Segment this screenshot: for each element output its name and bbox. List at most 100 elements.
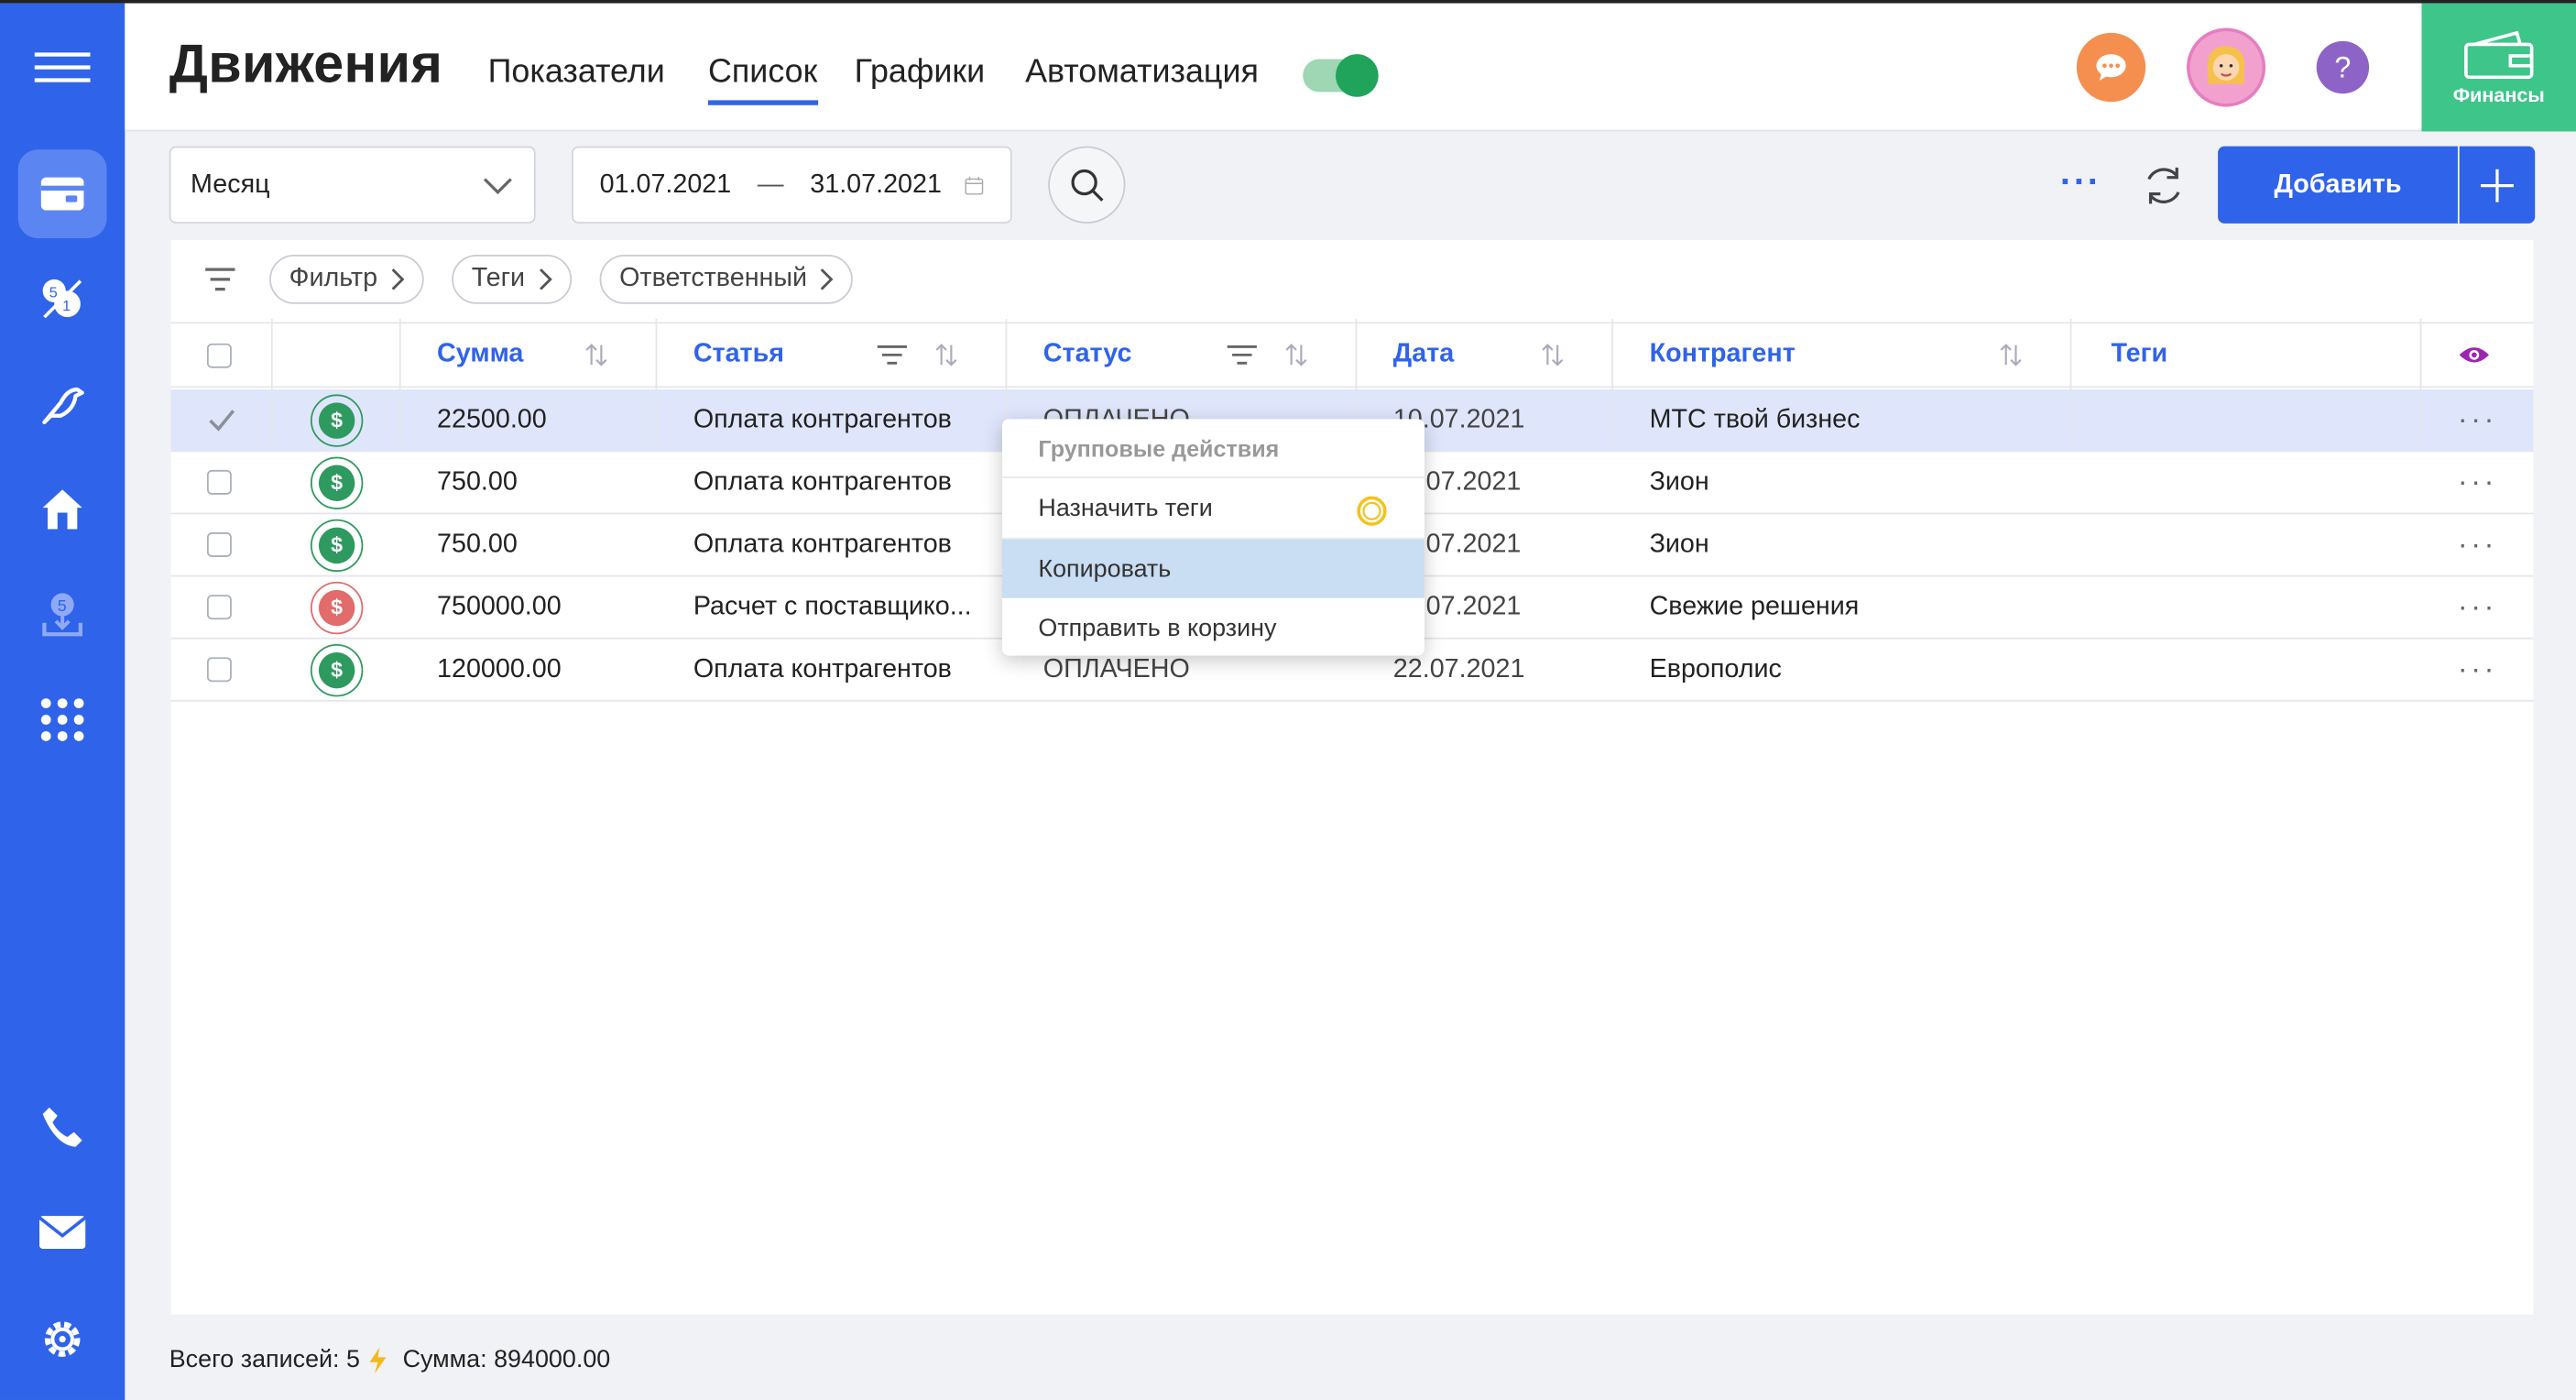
phone-icon[interactable] [18,1083,107,1172]
column-divider [270,318,273,447]
menu-icon[interactable] [18,23,107,112]
add-plus-button[interactable] [2459,146,2536,224]
cell-counterparty: Европолис [1649,654,1782,684]
col-tags[interactable]: Теги [2112,323,2168,386]
cell-article: Оплата контрагентов [693,530,952,558]
date-range-picker[interactable]: 01.07.2021 — 31.07.2021 [572,146,1012,224]
filter-icon[interactable] [1227,323,1257,386]
filter-icon[interactable] [203,267,236,301]
sort-icon[interactable] [1541,323,1564,386]
assign-tags-label: Назначить теги [1038,494,1213,523]
filter-chip-label: Фильтр [289,264,378,293]
expense-coin-icon: $ [310,580,364,634]
tags-chip-label: Теги [471,264,526,293]
cell-counterparty: Зион [1649,530,1709,558]
column-divider [655,318,658,447]
avatar[interactable] [2187,27,2266,107]
cell-date: 07.2021 [1425,467,1522,496]
cell-amount: 750.00 [437,530,518,558]
add-button[interactable]: Добавить [2218,146,2458,224]
refresh-icon[interactable] [2141,163,2187,217]
cell-counterparty: Зион [1649,467,1709,496]
bird-icon[interactable] [18,360,107,449]
row-checkbox[interactable] [206,532,232,557]
tab-indicators[interactable]: Показатели [488,54,665,92]
sort-icon[interactable] [584,323,607,386]
table-header-row: Сумма Статья Статус Дата Контрагент Теги [170,322,2534,388]
cell-amount: 750.00 [437,467,518,496]
page-title: Движения [169,32,443,94]
chevron-right-icon [391,268,404,290]
row-checkbox[interactable] [206,469,232,495]
tab-charts[interactable]: Графики [855,54,986,92]
period-value: Месяц [191,170,270,199]
calendar-icon[interactable] [965,167,984,202]
header: Движения Показатели Список Графики Автом… [125,3,2576,132]
chat-icon[interactable] [2076,32,2146,103]
grid-icon[interactable] [18,675,107,764]
menu-item-trash[interactable]: Отправить в корзину [1002,598,1424,658]
plus-icon [2481,168,2514,202]
row-menu-button[interactable]: ··· [2458,514,2497,574]
download-icon[interactable]: 5 [18,570,107,659]
responsible-chip[interactable]: Ответственный [599,254,854,304]
filter-icon[interactable] [877,323,907,386]
tab-automation[interactable]: Автоматизация [1025,54,1259,92]
responsible-chip-label: Ответственный [619,264,808,293]
row-menu-button[interactable]: ··· [2458,452,2497,512]
toggle-knob [1336,54,1379,97]
total-sum: Сумма: 894000.00 [402,1345,611,1374]
menu-item-assign-tags[interactable]: Назначить теги [1001,480,1424,540]
period-select[interactable]: Месяц [169,146,536,224]
row-checkbox-checked[interactable] [207,389,236,450]
wallet-icon[interactable] [17,149,107,239]
menu-header: Групповые действия [1001,419,1424,478]
chevron-right-icon [821,268,834,290]
help-icon[interactable]: ? [2316,40,2370,94]
row-menu-button[interactable]: ··· [2458,576,2497,637]
income-coin-icon: $ [310,455,364,509]
col-amount[interactable]: Сумма [437,323,523,386]
menu-item-copy[interactable]: Копировать [1001,539,1424,598]
tags-chip[interactable]: Теги [452,254,572,304]
cursor-indicator-icon [1357,496,1387,526]
automation-toggle[interactable] [1303,54,1379,97]
row-checkbox[interactable] [206,595,232,620]
chevron-right-icon [539,268,551,290]
footer-summary: Всего записей: 5 Сумма: 894000.00 [169,1346,611,1373]
date-to: 31.07.2021 [810,170,942,199]
date-separator: — [757,170,784,199]
row-menu-button[interactable]: ··· [2458,640,2497,700]
row-checkbox[interactable] [206,657,232,683]
eye-icon[interactable] [2458,323,2491,386]
settings-icon[interactable] [18,1295,107,1384]
svg-text:5: 5 [49,285,58,301]
search-button[interactable] [1048,146,1126,224]
income-coin-icon: $ [310,518,364,572]
col-counterparty[interactable]: Контрагент [1650,323,1796,386]
col-date[interactable]: Дата [1393,323,1454,386]
mail-icon[interactable] [18,1188,107,1277]
wallet-outline-icon [2464,29,2534,79]
finance-section-button[interactable]: Финансы [2421,3,2576,132]
select-all-checkbox[interactable] [206,342,232,367]
filter-chip[interactable]: Фильтр [269,254,424,304]
col-status[interactable]: Статус [1043,323,1132,386]
sort-icon[interactable] [1284,323,1307,386]
cell-amount: 120000.00 [437,654,562,684]
cell-counterparty: МТС твой бизнес [1649,405,1861,433]
tab-list[interactable]: Список [707,54,817,105]
chevron-down-icon [483,177,512,194]
row-menu-button[interactable]: ··· [2458,389,2497,450]
col-article[interactable]: Статья [693,323,784,386]
income-coin-icon: $ [310,393,364,446]
cell-article: Оплата контрагентов [693,405,952,433]
home-icon[interactable] [18,465,107,554]
badge-icon[interactable]: 51 [18,255,107,344]
records-count: Всего записей: 5 [169,1345,360,1374]
sort-icon[interactable] [934,323,957,386]
finance-label: Финансы [2452,82,2545,106]
sort-icon[interactable] [2000,323,2023,386]
more-options-button[interactable]: ··· [2060,161,2101,204]
cell-date: 07.2021 [1425,592,1522,621]
